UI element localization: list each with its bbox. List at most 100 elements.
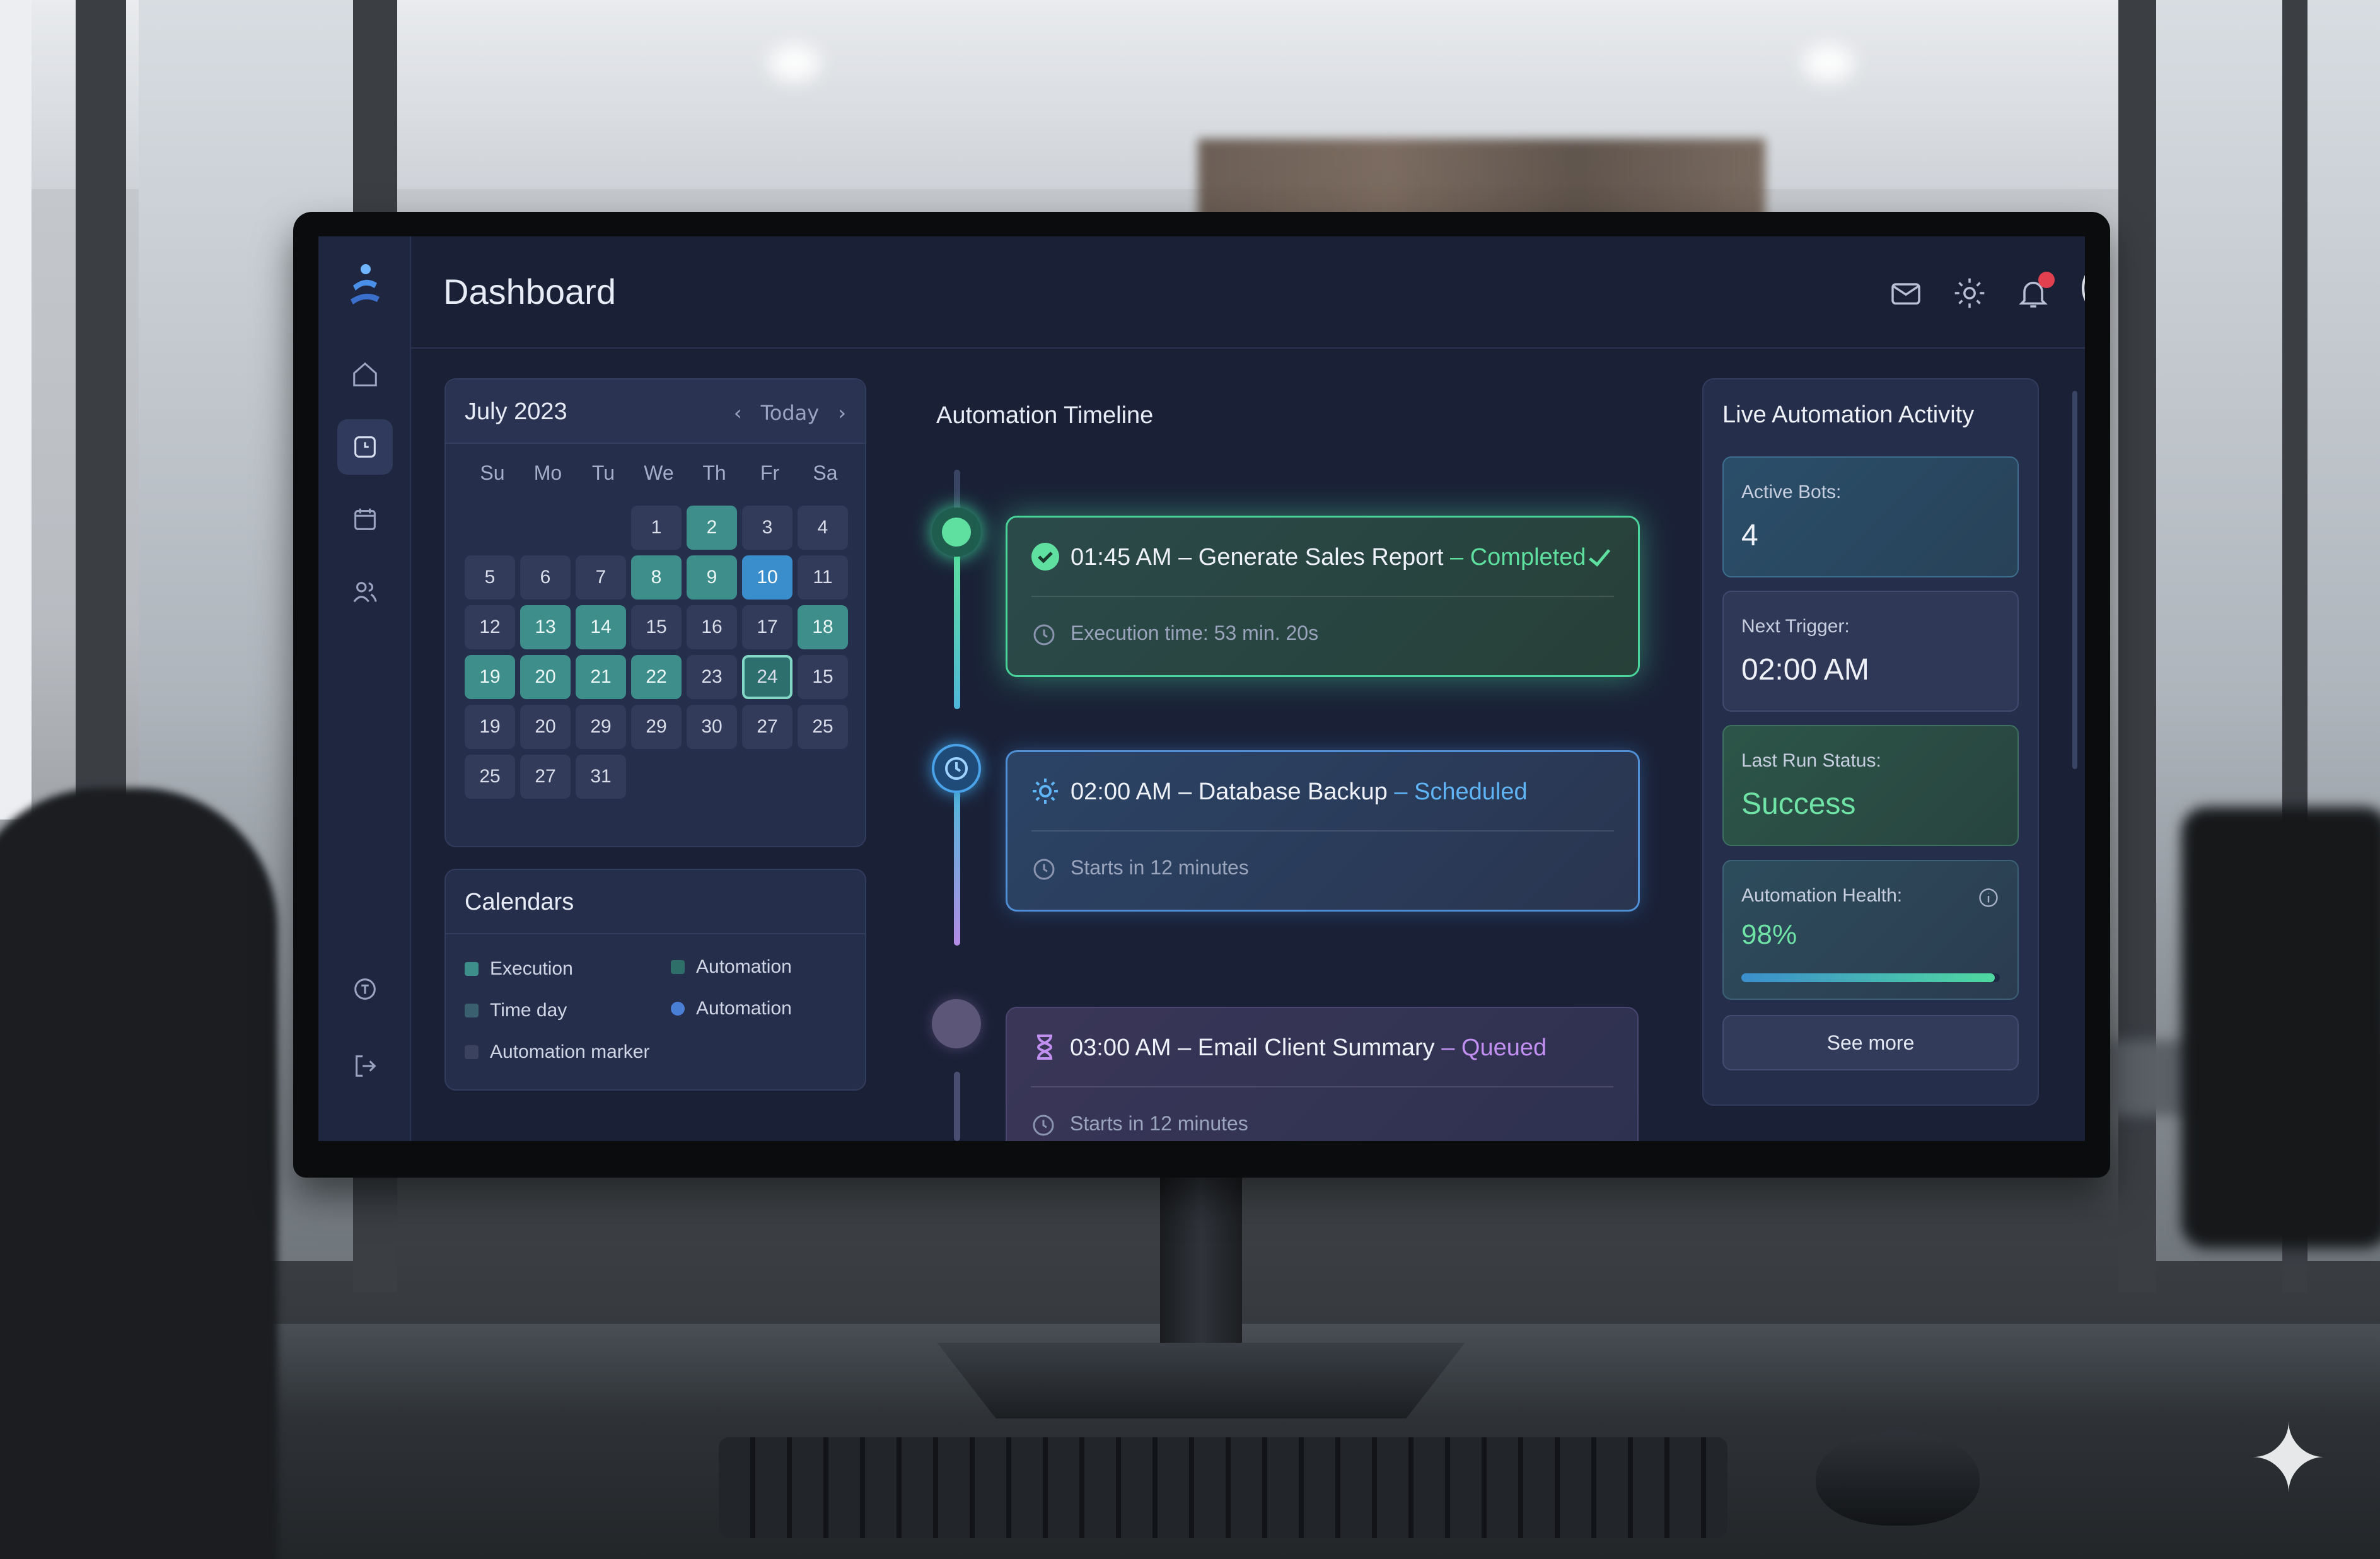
- calendar-day[interactable]: 20: [520, 655, 571, 699]
- timeline-card[interactable]: 01:45 AM – Generate Sales Report – Compl…: [1006, 516, 1640, 677]
- info-icon[interactable]: [1977, 886, 2000, 909]
- hourglass-icon: [1036, 1035, 1053, 1060]
- left-wall: [0, 0, 32, 820]
- chevron-left-icon[interactable]: ‹: [734, 401, 742, 425]
- calendar-empty-cell: [520, 506, 571, 550]
- calendar-empty-cell: [576, 506, 626, 550]
- app-logo-icon[interactable]: [347, 262, 381, 306]
- header: Dashboard: [410, 236, 2085, 349]
- mail-button[interactable]: [1888, 275, 1924, 311]
- calendar-day[interactable]: 4: [798, 506, 848, 550]
- timeline-connector: [954, 555, 960, 709]
- calendar-card: July 2023 ‹ Today › Su Mo Tu We Th Fr Sa 12345…: [444, 378, 866, 847]
- sidebar-item-timeline[interactable]: [337, 419, 393, 475]
- legend-swatch: [465, 1045, 479, 1059]
- calendar-day[interactable]: 29: [631, 705, 682, 749]
- legend-item[interactable]: Automation: [671, 956, 792, 978]
- stat-automation-health[interactable]: Automation Health: 98%: [1722, 860, 2019, 1000]
- monitor-stand: [1160, 1160, 1242, 1368]
- clock-icon: [945, 757, 968, 780]
- help-button[interactable]: [337, 961, 393, 1017]
- calendar-day[interactable]: 24: [742, 655, 792, 699]
- stat-active-bots[interactable]: Active Bots: 4: [1722, 456, 2019, 577]
- sidebar-item-calendar[interactable]: [337, 492, 393, 547]
- task-title: 01:45 AM – Generate Sales Report – Compl…: [1071, 544, 1586, 571]
- calendar-day[interactable]: 15: [631, 605, 682, 649]
- calendar-day[interactable]: 20: [520, 705, 571, 749]
- chevron-right-icon[interactable]: ›: [838, 401, 846, 425]
- calendar-day[interactable]: 15: [798, 655, 848, 699]
- calendars-card: Calendars Execution Automation Time day …: [444, 869, 866, 1091]
- calendar-day[interactable]: 30: [687, 705, 737, 749]
- legend-label: Automation: [696, 998, 792, 1019]
- calendar-day[interactable]: 21: [576, 655, 626, 699]
- link-icon: [671, 1002, 685, 1016]
- calendar-day[interactable]: 31: [576, 755, 626, 799]
- sidebar-item-home[interactable]: [337, 347, 393, 402]
- clock-icon: [354, 436, 376, 458]
- legend-item[interactable]: Automation: [671, 998, 792, 1019]
- timeline-card[interactable]: 02:00 AM – Database Backup – Scheduled S…: [1006, 750, 1640, 912]
- calendar-day[interactable]: 17: [742, 605, 792, 649]
- weekday-label: Mo: [533, 461, 562, 484]
- avatar[interactable]: [2082, 259, 2085, 317]
- notifications-button[interactable]: [2016, 272, 2055, 311]
- calendar-day[interactable]: 27: [520, 755, 571, 799]
- calendar-day[interactable]: 8: [631, 555, 682, 600]
- sidebar-item-users[interactable]: [337, 564, 393, 620]
- calendar-day[interactable]: 3: [742, 506, 792, 550]
- calendar-day[interactable]: 19: [465, 655, 515, 699]
- calendar-day[interactable]: 14: [576, 605, 626, 649]
- calendar-day[interactable]: 16: [687, 605, 737, 649]
- calendar-day[interactable]: 29: [576, 705, 626, 749]
- legend-label: Automation: [696, 956, 792, 977]
- stat-value: 98%: [1741, 919, 1797, 950]
- weekday-row: Su Mo Tu We Th Fr Sa: [465, 461, 853, 485]
- live-activity-panel: Live Automation Activity Active Bots: 4 …: [1702, 378, 2039, 1106]
- background-chair: [2181, 807, 2380, 1248]
- logout-button[interactable]: [337, 1038, 393, 1094]
- calendar-day[interactable]: 25: [798, 705, 848, 749]
- calendar-day[interactable]: 2: [687, 506, 737, 550]
- calendar-day[interactable]: 18: [798, 605, 848, 649]
- calendar-day[interactable]: 19: [465, 705, 515, 749]
- stat-label: Automation Health:: [1741, 885, 1903, 906]
- calendar-day[interactable]: 23: [687, 655, 737, 699]
- monitor-base: [937, 1343, 1465, 1418]
- calendar-day[interactable]: 1: [631, 506, 682, 550]
- calendar-day[interactable]: 6: [520, 555, 571, 600]
- mail-icon: [1891, 283, 1920, 305]
- live-activity-title: Live Automation Activity: [1722, 402, 1975, 428]
- stat-next-trigger[interactable]: Next Trigger: 02:00 AM: [1722, 591, 2019, 712]
- calendar-day[interactable]: 11: [798, 555, 848, 600]
- legend-item[interactable]: Execution: [465, 958, 573, 980]
- calendar-day[interactable]: 12: [465, 605, 515, 649]
- mouse: [1816, 1431, 1980, 1526]
- weekday-label: Th: [702, 461, 726, 484]
- settings-button[interactable]: [1952, 275, 1987, 311]
- checkmark-icon: [1589, 548, 1611, 567]
- calendar-day[interactable]: 9: [687, 555, 737, 600]
- calendar-day[interactable]: 5: [465, 555, 515, 600]
- weekday-label: Sa: [813, 461, 838, 484]
- legend-item[interactable]: Automation marker: [465, 1041, 649, 1063]
- timeline-card[interactable]: 03:00 AM – Email Client Summary – Queued…: [1006, 1007, 1639, 1141]
- calendar-day[interactable]: 25: [465, 755, 515, 799]
- see-more-button[interactable]: See more: [1722, 1015, 2019, 1070]
- calendar-day[interactable]: 7: [576, 555, 626, 600]
- home-icon: [353, 362, 377, 386]
- scrollbar[interactable]: [2072, 391, 2077, 769]
- help-icon: [354, 978, 376, 1000]
- divider: [1031, 1086, 1613, 1087]
- calendar-day[interactable]: 27: [742, 705, 792, 749]
- today-button[interactable]: Today: [761, 401, 820, 425]
- stat-last-run-status[interactable]: Last Run Status: Success: [1722, 725, 2019, 846]
- calendar-month: July 2023: [465, 398, 567, 425]
- divider: [1031, 596, 1614, 597]
- clock-icon: [1033, 859, 1055, 880]
- legend-item[interactable]: Time day: [465, 1000, 567, 1021]
- calendar-day[interactable]: 22: [631, 655, 682, 699]
- calendar-day[interactable]: 13: [520, 605, 571, 649]
- calendar-day[interactable]: 10: [742, 555, 792, 600]
- task-detail: Starts in 12 minutes: [1071, 856, 1249, 879]
